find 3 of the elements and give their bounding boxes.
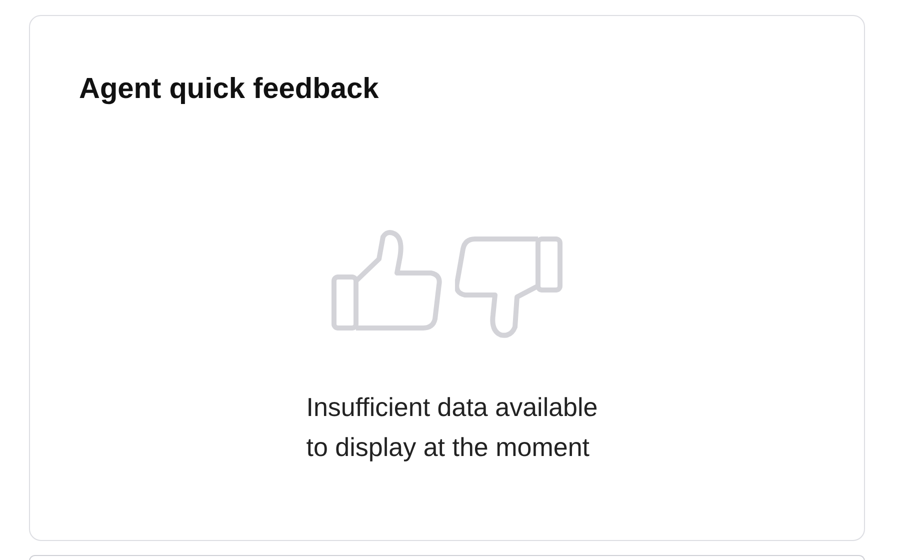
card-title: Agent quick feedback (79, 72, 379, 107)
empty-state-message: Insufficient data available to display at the moment (306, 391, 598, 464)
thumbs-up-icon (331, 229, 445, 333)
